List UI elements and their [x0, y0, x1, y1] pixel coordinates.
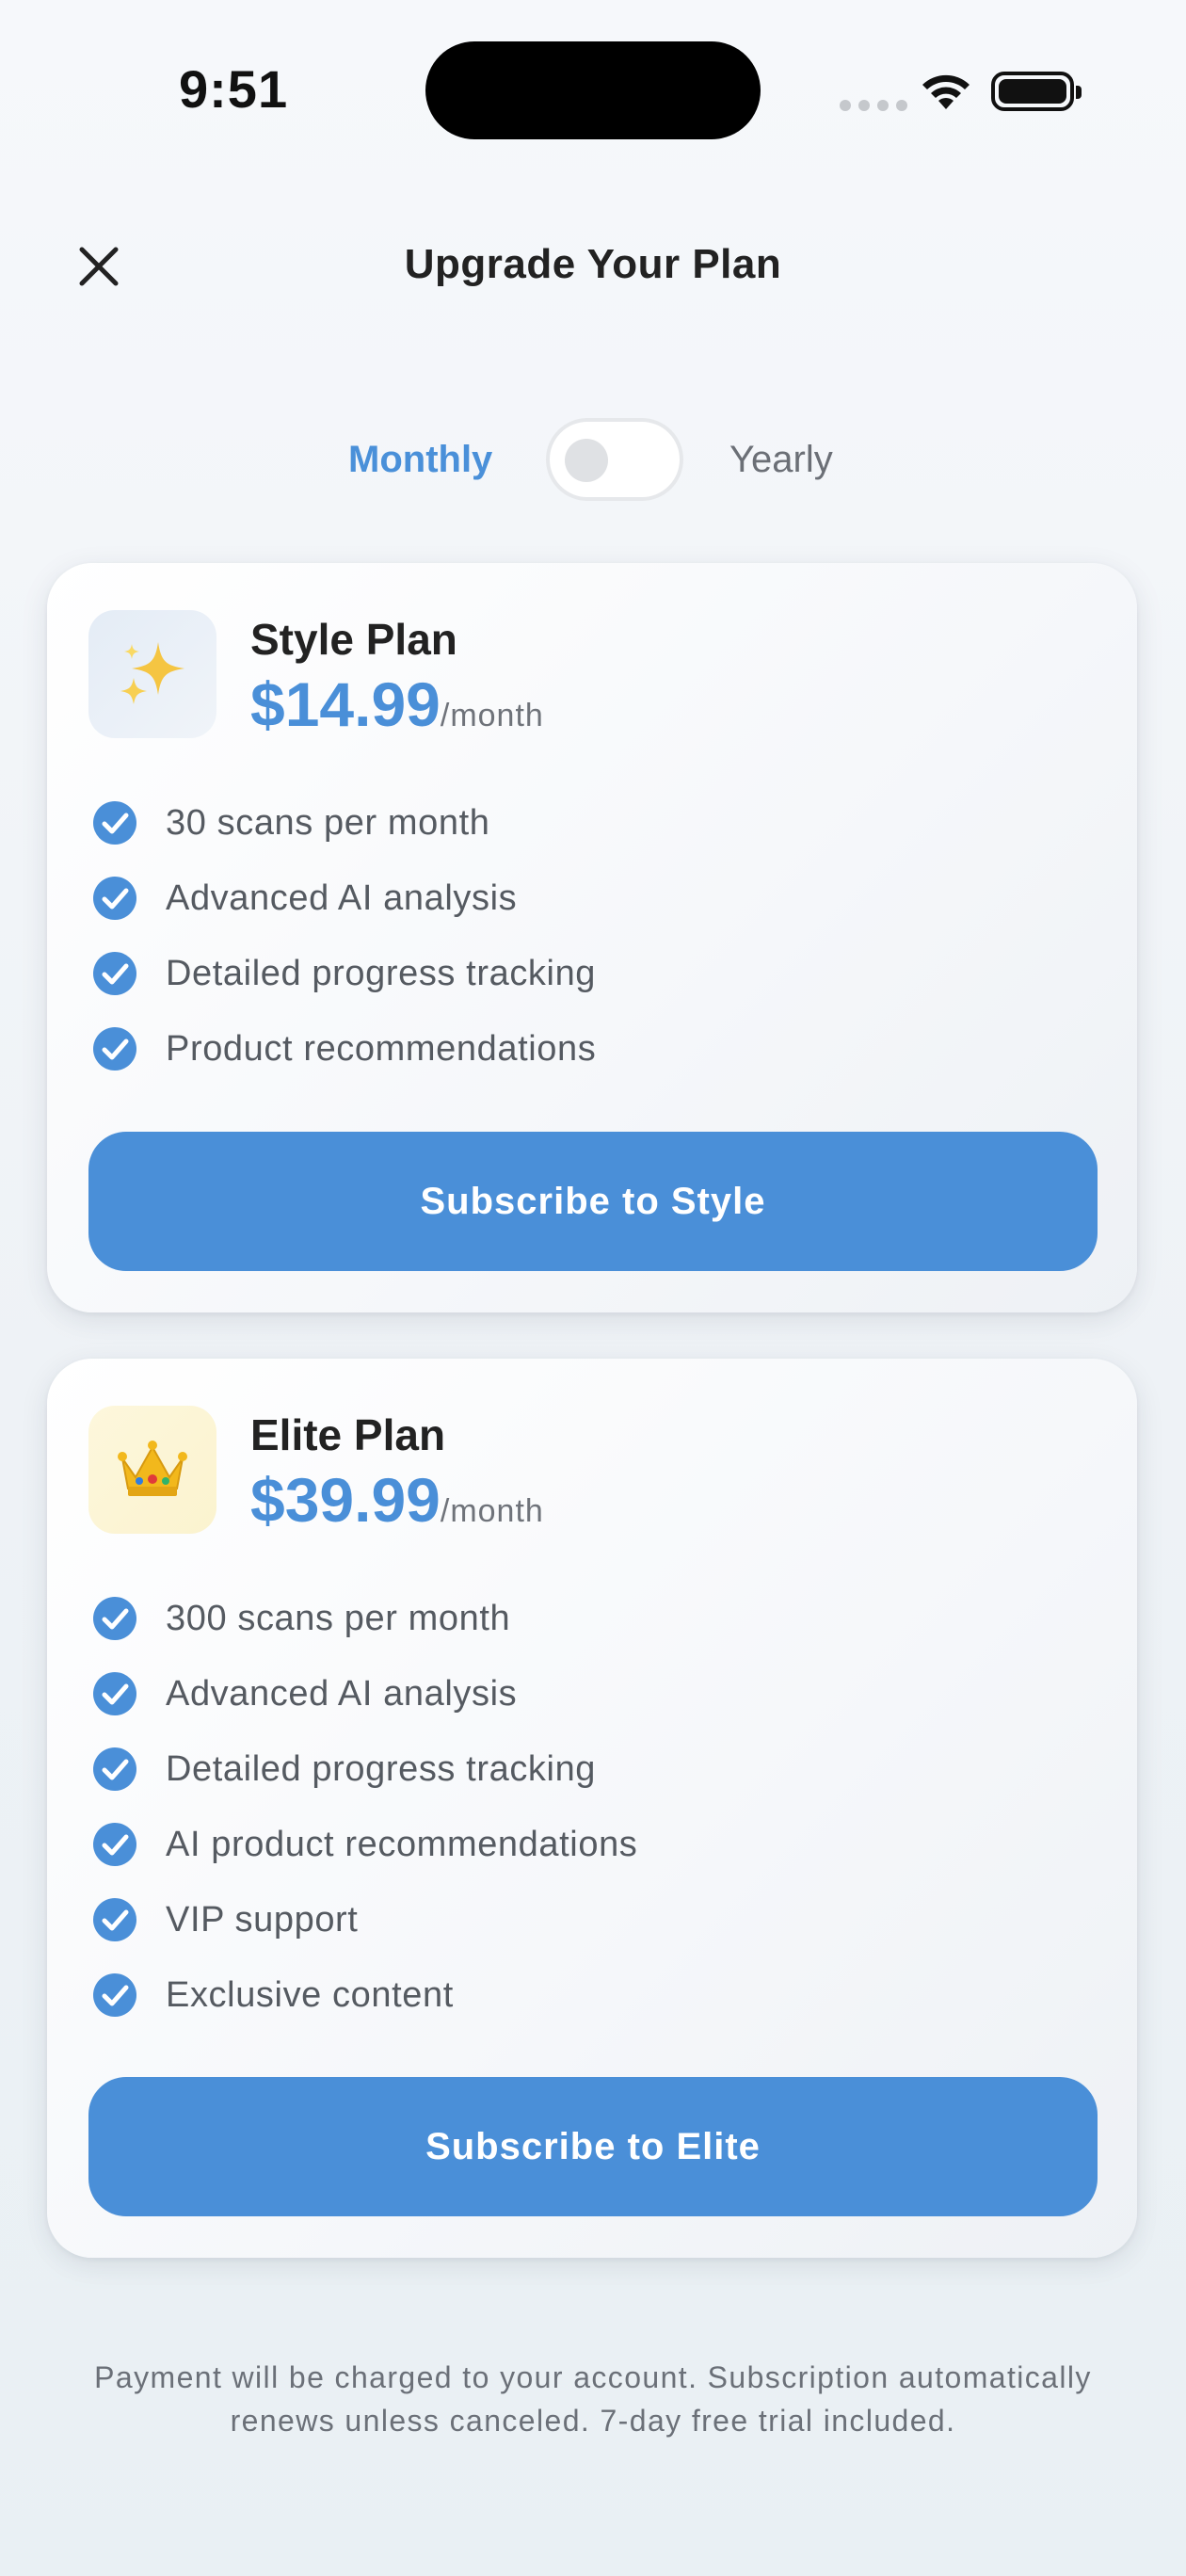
- check-circle-icon: [93, 1898, 136, 1941]
- feature-text: Exclusive content: [166, 1974, 454, 2015]
- payment-disclaimer: Payment will be charged to your account.…: [94, 2360, 1092, 2438]
- plan-price: $14.99: [250, 669, 441, 739]
- plan-name: Style Plan: [250, 615, 457, 664]
- battery-icon: [991, 72, 1082, 111]
- elite-plan-card: Elite Plan $39.99/month 300 scans per mo…: [47, 1359, 1137, 2258]
- plan-period: /month: [440, 1493, 544, 1529]
- feature-item: Detailed progress tracking: [92, 1731, 637, 1807]
- feature-text: Advanced AI analysis: [166, 877, 518, 918]
- plan-name: Elite Plan: [250, 1410, 446, 1459]
- feature-item: Advanced AI analysis: [92, 861, 596, 936]
- monthly-option[interactable]: Monthly: [348, 439, 492, 481]
- check-circle-icon: [93, 1973, 136, 2017]
- feature-item: VIP support: [92, 1882, 637, 1957]
- crown-icon: [118, 1441, 187, 1496]
- feature-item: 30 scans per month: [92, 785, 596, 861]
- check-circle-icon: [93, 1597, 136, 1640]
- page-title: Upgrade Your Plan: [404, 241, 782, 287]
- status-bar: 9:51: [0, 0, 1186, 179]
- sparkles-icon: [120, 642, 184, 704]
- feature-text: Detailed progress tracking: [166, 1748, 597, 1789]
- feature-item: Exclusive content: [92, 1957, 637, 2033]
- plan-price: $39.99: [250, 1465, 441, 1535]
- feature-text: Product recommendations: [166, 1028, 597, 1069]
- style-plan-card: Style Plan $14.99/month 30 scans per mon…: [47, 563, 1137, 1312]
- subscribe-style-button[interactable]: Subscribe to Style: [88, 1132, 1098, 1271]
- feature-item: AI product recommendations: [92, 1807, 637, 1882]
- check-circle-icon: [93, 1823, 136, 1866]
- feature-text: Advanced AI analysis: [166, 1673, 518, 1714]
- check-circle-icon: [93, 1027, 136, 1071]
- check-circle-icon: [93, 801, 136, 845]
- plan-icon-tile: [88, 610, 216, 738]
- feature-item: 300 scans per month: [92, 1581, 637, 1656]
- subscribe-elite-button[interactable]: Subscribe to Elite: [88, 2077, 1098, 2216]
- yearly-option[interactable]: Yearly: [729, 439, 833, 481]
- feature-list: 300 scans per month Advanced AI analysis…: [92, 1581, 637, 2033]
- plan-price-line: $39.99/month: [250, 1464, 544, 1536]
- feature-item: Advanced AI analysis: [92, 1656, 637, 1731]
- feature-item: Detailed progress tracking: [92, 936, 596, 1011]
- billing-period-toggle: Monthly Yearly: [0, 414, 1186, 505]
- plan-icon-tile: [88, 1406, 216, 1534]
- plan-price-line: $14.99/month: [250, 668, 544, 740]
- feature-text: Detailed progress tracking: [166, 953, 597, 993]
- dynamic-island: [425, 41, 761, 139]
- feature-list: 30 scans per month Advanced AI analysis …: [92, 785, 596, 1087]
- billing-switch[interactable]: [546, 418, 683, 501]
- check-circle-icon: [93, 952, 136, 995]
- plan-period: /month: [440, 698, 544, 733]
- check-circle-icon: [93, 877, 136, 920]
- feature-text: 30 scans per month: [166, 802, 490, 843]
- wifi-icon: [922, 74, 970, 109]
- feature-text: AI product recommendations: [166, 1824, 638, 1864]
- check-circle-icon: [93, 1747, 136, 1791]
- feature-item: Product recommendations: [92, 1011, 596, 1087]
- feature-text: VIP support: [166, 1899, 359, 1940]
- cellular-signal-icon: [840, 100, 907, 111]
- status-time: 9:51: [179, 59, 289, 119]
- check-circle-icon: [93, 1672, 136, 1715]
- feature-text: 300 scans per month: [166, 1598, 511, 1638]
- switch-knob: [565, 439, 608, 482]
